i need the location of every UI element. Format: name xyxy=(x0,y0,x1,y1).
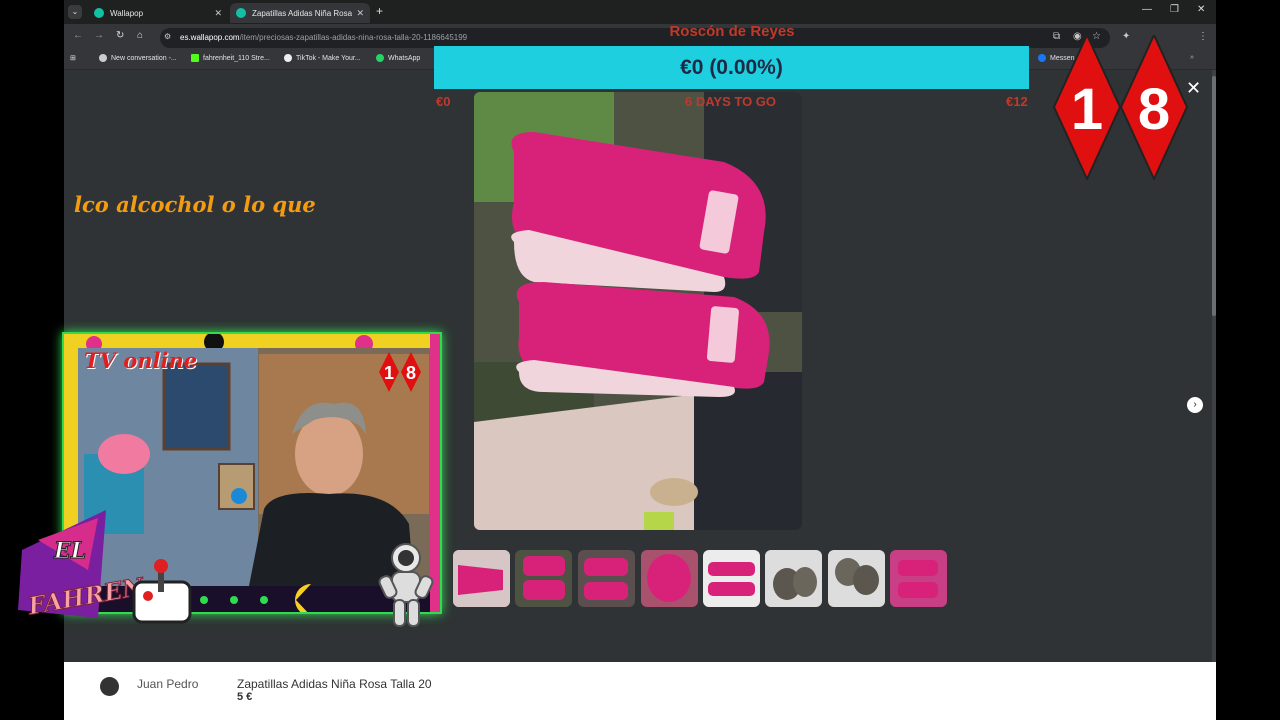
menu-icon[interactable]: ⋮ xyxy=(1198,31,1208,42)
url-text[interactable]: es.wallapop.com/item/preciosas-zapatilla… xyxy=(180,33,467,42)
bookmark-whatsapp[interactable]: WhatsApp xyxy=(376,54,420,62)
reload-icon[interactable]: ↻ xyxy=(116,30,124,41)
seller-avatar[interactable] xyxy=(100,677,119,696)
listing-price: 5 € xyxy=(237,691,253,703)
minimize-icon[interactable]: — xyxy=(1142,4,1152,15)
scrolling-ticker: lco alcochol o lo que xyxy=(74,192,316,217)
goal-value: €0 (0.00%) xyxy=(680,55,783,79)
tab-title: Zapatillas Adidas Niña Rosa Ta... xyxy=(252,8,352,18)
tab-zapatillas[interactable]: Zapatillas Adidas Niña Rosa Ta... ✕ xyxy=(230,3,370,23)
bookmark-tiktok[interactable]: TikTok - Make Your... xyxy=(284,54,361,62)
el-fahren-logo: EL FAHREN xyxy=(18,510,192,624)
wallapop-favicon-icon xyxy=(236,8,246,18)
product-thumbnail[interactable] xyxy=(765,550,822,607)
cam-badge-digit-8: 8 xyxy=(406,363,416,383)
whatsapp-icon xyxy=(376,54,384,62)
age-badge-digit-8: 8 xyxy=(1138,77,1170,142)
restore-icon[interactable]: ❐ xyxy=(1170,4,1179,15)
shoes-photo xyxy=(474,92,802,530)
product-thumbnail[interactable] xyxy=(890,550,947,607)
svg-text:EL: EL xyxy=(53,538,86,564)
window-close-icon[interactable]: ✕ xyxy=(1197,4,1205,15)
forward-icon[interactable]: → xyxy=(94,30,104,41)
product-thumbnail[interactable] xyxy=(453,550,510,607)
wallapop-favicon-icon xyxy=(94,8,104,18)
age-18-badge-icon: 1 8 xyxy=(1052,35,1189,180)
thumbnail-image xyxy=(765,550,822,607)
thumbnail-image xyxy=(515,550,572,607)
bookmark-kick[interactable]: fahrenheit_110 Stre... xyxy=(191,54,270,62)
kick-icon xyxy=(191,54,199,62)
bookmark-new-conversation[interactable]: New conversation -... xyxy=(99,54,177,62)
next-image-button[interactable]: › xyxy=(1187,397,1203,413)
product-thumbnail[interactable] xyxy=(578,550,635,607)
apps-icon[interactable]: ⊞ xyxy=(70,54,76,62)
goal-max: €12 xyxy=(1006,94,1028,109)
home-icon[interactable]: ⌂ xyxy=(137,30,143,41)
thumbnail-image xyxy=(890,550,947,607)
age-badge-digit-1: 1 xyxy=(1071,77,1103,142)
astronaut-icon xyxy=(378,543,434,627)
tab-search-dropdown-icon[interactable]: ⌄ xyxy=(68,5,82,19)
goal-title: Roscón de Reyes xyxy=(669,23,795,40)
cam-age-badge-icon: 1 8 xyxy=(379,352,421,392)
facebook-icon xyxy=(1038,54,1046,62)
goal-progress-bar: €0 (0.00%) xyxy=(434,46,1029,89)
thumbnail-image xyxy=(578,550,635,607)
url-path: /item/preciosas-zapatillas-adidas-nina-r… xyxy=(239,33,468,42)
bookmark-label: New conversation -... xyxy=(111,54,177,62)
product-thumbnail[interactable] xyxy=(828,550,885,607)
openai-icon xyxy=(99,54,107,62)
tiktok-icon xyxy=(284,54,292,62)
thumbnail-image xyxy=(453,550,510,607)
site-info-icon[interactable]: ⚙ xyxy=(164,32,171,41)
listing-title: Zapatillas Adidas Niña Rosa Talla 20 xyxy=(237,677,432,691)
cam-title: TV online xyxy=(84,348,198,373)
goal-min: €0 xyxy=(436,94,451,109)
thumbnail-image xyxy=(828,550,885,607)
goal-countdown: 6 DAYS TO GO xyxy=(685,94,777,109)
product-main-image[interactable] xyxy=(474,92,802,530)
product-thumbnail[interactable] xyxy=(641,550,698,607)
tab-close-icon[interactable]: ✕ xyxy=(214,8,222,19)
tab-wallapop[interactable]: Wallapop ✕ xyxy=(88,3,228,23)
seller-name[interactable]: Juan Pedro xyxy=(137,677,198,691)
new-tab-icon[interactable]: + xyxy=(376,4,383,18)
cam-badge-digit-1: 1 xyxy=(384,363,394,383)
thumbnail-image xyxy=(641,550,698,607)
bookmark-label: WhatsApp xyxy=(388,54,421,62)
product-thumbnail[interactable] xyxy=(515,550,572,607)
tab-close-icon[interactable]: ✕ xyxy=(356,8,364,19)
bookmark-label: fahrenheit_110 Stre... xyxy=(203,54,270,62)
scrollbar-thumb[interactable] xyxy=(1212,76,1216,316)
thumbnail-image xyxy=(703,550,760,607)
product-thumbnail[interactable] xyxy=(703,550,760,607)
bookmark-label: TikTok - Make Your... xyxy=(296,54,361,62)
tab-title: Wallapop xyxy=(110,8,144,18)
back-icon[interactable]: ← xyxy=(73,30,83,41)
url-domain: es.wallapop.com xyxy=(180,33,240,42)
